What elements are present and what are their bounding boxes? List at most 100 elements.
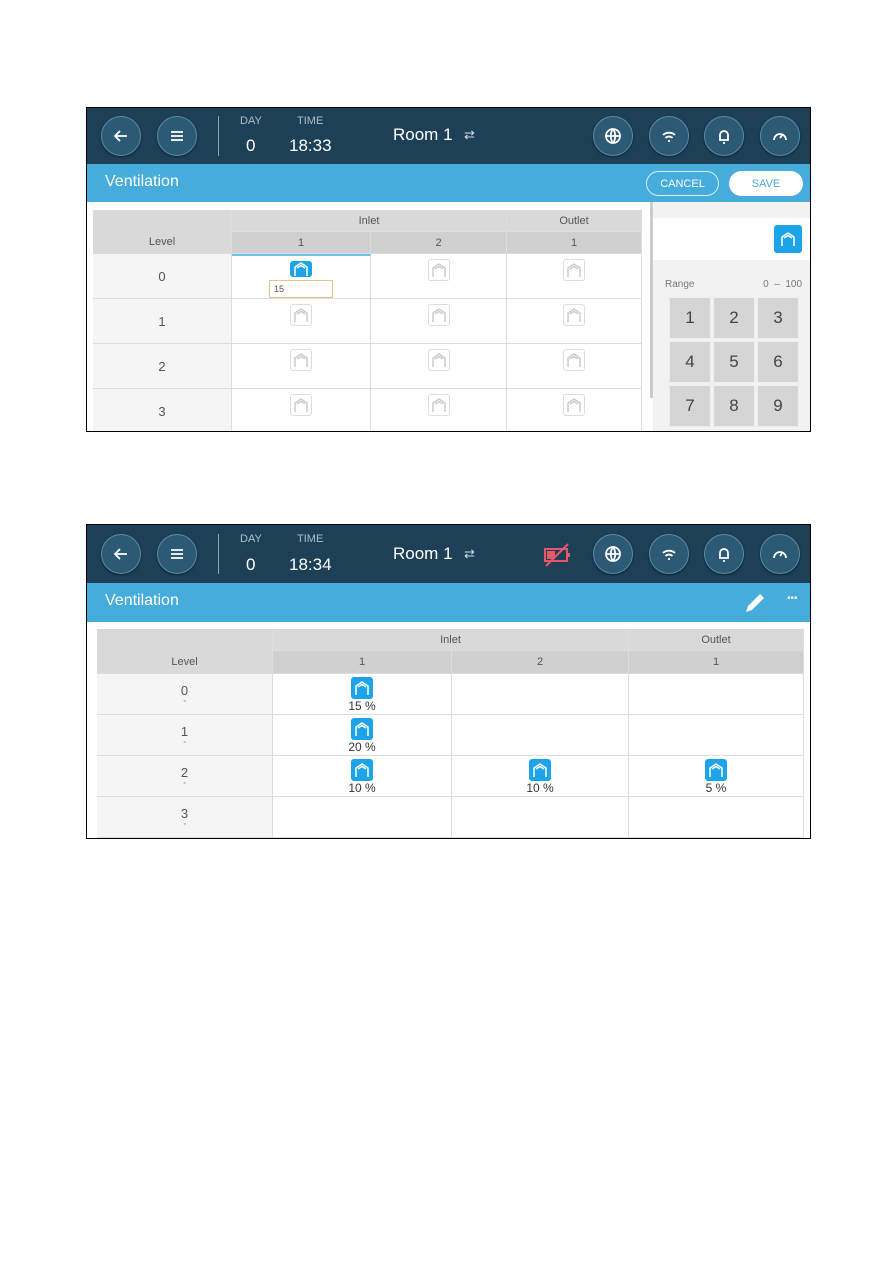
globe-icon [605,128,621,144]
time-label: TIME [297,533,324,545]
keypad-key-6[interactable]: 6 [757,341,799,383]
time-value: 18:33 [289,136,332,155]
more-options-icon[interactable]: ••• [787,593,798,604]
room-name[interactable]: Room 1 [393,125,453,145]
wifi-icon [662,549,676,560]
outlet-icon[interactable] [563,394,585,416]
device-cell[interactable] [273,797,452,838]
outlet-group-header: Outlet [629,629,804,651]
keypad-key-3[interactable]: 3 [757,297,799,339]
cancel-button[interactable]: CANCEL [646,171,719,196]
keypad-key-8[interactable]: 8 [713,385,755,427]
device-cell[interactable] [371,254,507,299]
level-marker-icon: ◦ [183,739,186,746]
page-title: Ventilation [105,173,179,190]
globe-button[interactable] [593,116,633,156]
hamburger-icon [171,131,183,141]
inlet-icon[interactable] [427,304,450,326]
level-cell: 1 ◦ [97,715,273,756]
day-label: DAY [240,533,262,545]
keypad-key-1[interactable]: 1 [669,297,711,339]
edit-pencil-icon[interactable] [743,592,767,614]
column-header: 1 [232,232,371,254]
device-cell[interactable] [629,797,804,838]
level-marker-icon: ◦ [183,780,186,787]
divider [218,116,219,156]
level-number: 2 [158,358,166,374]
arrow-left-icon [113,130,127,142]
ventilation-edit-screen: DAY 0 TIME 18:33 Room 1 ⇄ Ventilation CA… [86,107,811,432]
inlet-icon[interactable] [290,304,312,326]
keypad-key-9[interactable]: 9 [757,385,799,427]
opening-percent: 15 % [348,699,376,713]
inlet-icon[interactable] [427,259,450,281]
save-button[interactable]: SAVE [729,171,803,196]
hamburger-icon [171,549,183,559]
gauge-icon [773,551,787,559]
device-cell[interactable] [371,344,507,389]
outlet-icon[interactable] [705,759,727,781]
inlet-icon[interactable] [290,349,312,371]
percent-input[interactable]: 15 [269,280,333,298]
room-name[interactable]: Room 1 [393,544,453,564]
device-cell[interactable] [371,389,507,431]
gauge-button[interactable] [760,534,800,574]
device-cell[interactable] [452,674,629,715]
inlet-icon[interactable] [351,759,373,781]
opening-percent: 10 % [526,781,554,795]
device-cell[interactable]: 10 % [273,756,452,797]
menu-button[interactable] [157,534,197,574]
device-cell[interactable] [452,797,629,838]
wifi-button[interactable] [649,534,689,574]
menu-button[interactable] [157,116,197,156]
device-cell[interactable]: 20 % [273,715,452,756]
device-cell[interactable]: 15 [232,254,371,299]
device-cell[interactable] [232,389,371,431]
swap-icon[interactable]: ⇄ [464,127,475,143]
inlet-icon[interactable] [427,349,450,371]
keypad-key-5[interactable]: 5 [713,341,755,383]
level-cell: 3 [93,389,232,431]
inlet-icon[interactable] [529,759,551,781]
inlet-icon[interactable] [290,394,312,416]
gauge-button[interactable] [760,116,800,156]
device-cell[interactable] [507,299,642,344]
alarm-button[interactable] [704,534,744,574]
day-value: 0 [246,136,256,155]
level-cell: 3 ◦ [97,797,273,838]
level-header: Level [97,629,273,674]
device-cell[interactable] [507,254,642,299]
outlet-icon[interactable] [563,349,585,371]
inlet-icon[interactable] [351,718,373,740]
outlet-icon[interactable] [563,304,585,326]
device-cell[interactable]: 15 % [273,674,452,715]
alarm-button[interactable] [704,116,744,156]
device-cell[interactable] [452,715,629,756]
inlet-icon[interactable] [351,677,373,699]
top-bar: DAY 0 TIME 18:34 Room 1 ⇄ [87,525,810,583]
device-cell[interactable] [507,389,642,431]
wifi-button[interactable] [649,116,689,156]
keypad-key-7[interactable]: 7 [669,385,711,427]
outlet-icon[interactable] [563,259,585,281]
back-button[interactable] [101,116,141,156]
device-cell[interactable] [232,299,371,344]
globe-icon [605,546,621,562]
day-value: 0 [246,555,256,574]
level-number: 1 [180,724,189,739]
back-button[interactable] [101,534,141,574]
device-cell[interactable] [629,674,804,715]
inlet-icon[interactable] [290,261,312,277]
inlet-icon[interactable] [427,394,450,416]
keypad-key-4[interactable]: 4 [669,341,711,383]
swap-icon[interactable]: ⇄ [464,546,475,562]
globe-button[interactable] [593,534,633,574]
device-cell[interactable] [371,299,507,344]
device-cell[interactable] [507,344,642,389]
device-cell[interactable]: 5 % [629,756,804,797]
keypad-key-2[interactable]: 2 [713,297,755,339]
device-cell[interactable]: 10 % [452,756,629,797]
level-header: Level [93,210,232,254]
device-cell[interactable] [232,344,371,389]
device-cell[interactable] [629,715,804,756]
